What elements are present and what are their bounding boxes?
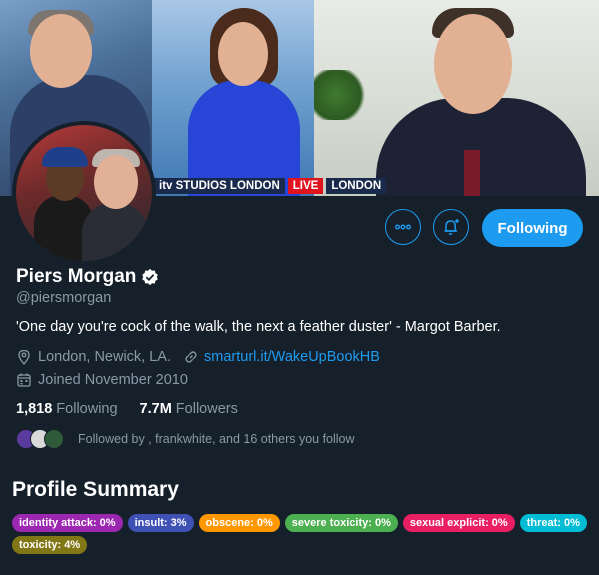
location-pin-icon: [18, 349, 30, 365]
chyron-studio: itv STUDIOS LONDON: [154, 178, 285, 194]
calendar-icon: [17, 373, 31, 387]
followers-count-link[interactable]: 7.7M Followers: [140, 401, 238, 417]
badge-severe-toxicity: severe toxicity: 0%: [284, 514, 398, 532]
badge-toxicity: toxicity: 4%: [12, 536, 88, 554]
chyron-location: LONDON: [326, 178, 387, 194]
followed-by-row[interactable]: Followed by , frankwhite, and 16 others …: [16, 429, 355, 449]
profile-meta-location-row: London, Newick, LA. smarturl.it/WakeUpBo…: [16, 349, 380, 365]
badge-obscene: obscene: 0%: [198, 514, 280, 532]
banner-panel-right: [314, 0, 599, 196]
profile-location: London, Newick, LA.: [38, 349, 171, 365]
badge-insult: insult: 3%: [127, 514, 194, 532]
chyron-live: LIVE: [287, 178, 324, 194]
followers-label: Followers: [175, 401, 238, 417]
followed-by-text: Followed by , frankwhite, and 16 others …: [78, 432, 355, 446]
bell-plus-icon: [444, 219, 459, 235]
profile-name: Piers Morgan: [16, 266, 137, 287]
link-icon: [185, 351, 197, 363]
verified-badge-icon: [142, 268, 159, 286]
profile-avatar[interactable]: [12, 121, 156, 265]
more-options-button[interactable]: [385, 209, 421, 245]
profile-summary-badges: identity attack: 0% insult: 3% obscene: …: [12, 514, 592, 554]
banner-panel-center: [152, 0, 314, 196]
followers-count: 7.7M: [139, 401, 172, 417]
follower-avatar: [44, 429, 64, 449]
profile-summary-title: Profile Summary: [12, 478, 179, 501]
profile-meta-joined-row: Joined November 2010: [16, 372, 188, 388]
profile-name-row: Piers Morgan: [16, 266, 159, 288]
badge-sexual-explicit: sexual explicit: 0%: [402, 514, 515, 532]
badge-identity-attack: identity attack: 0%: [12, 514, 123, 532]
following-count: 1,818: [16, 401, 53, 417]
profile-link[interactable]: smarturl.it/WakeUpBookHB: [204, 349, 380, 365]
more-icon: [395, 224, 411, 230]
profile-joined: Joined November 2010: [38, 372, 188, 388]
news-chyron: itv STUDIOS LONDON LIVE LONDON: [154, 178, 387, 194]
following-count-link[interactable]: 1,818 Following: [16, 401, 118, 417]
follow-counts: 1,818 Following 7.7M Followers: [16, 401, 238, 417]
notifications-button[interactable]: [433, 209, 469, 245]
profile-handle: @piersmorgan: [16, 290, 112, 306]
following-label: Following: [56, 401, 118, 417]
following-button[interactable]: Following: [482, 209, 583, 247]
profile-bio: 'One day you're cock of the walk, the ne…: [16, 319, 501, 335]
badge-threat: threat: 0%: [519, 514, 587, 532]
